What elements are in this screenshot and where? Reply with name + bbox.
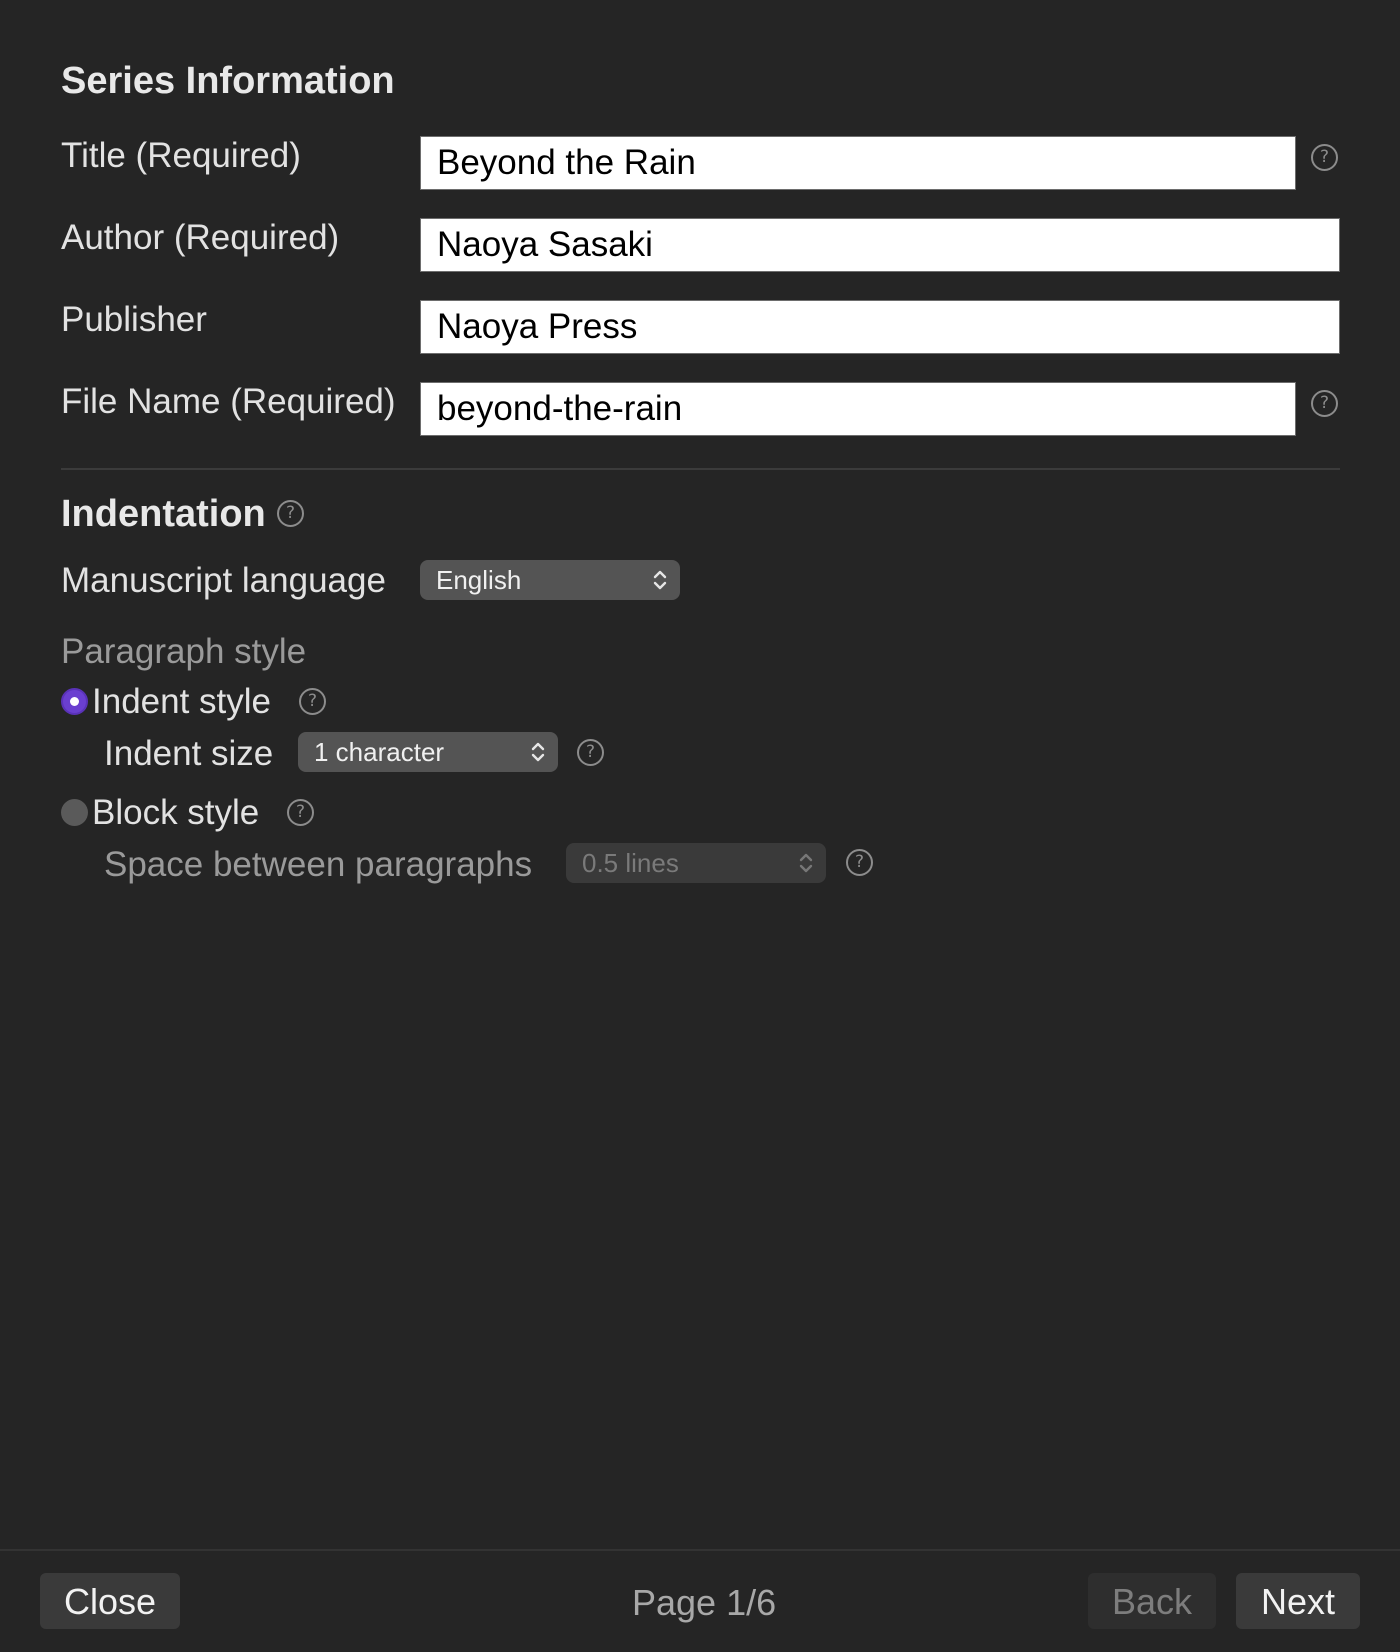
series-info-heading: Series Information bbox=[61, 60, 395, 102]
indent-style-help-icon[interactable]: ? bbox=[299, 688, 326, 715]
close-button[interactable]: Close bbox=[40, 1573, 180, 1629]
space-between-help-icon[interactable]: ? bbox=[846, 849, 873, 876]
indent-size-label: Indent size bbox=[104, 734, 274, 773]
block-style-label[interactable]: Block style bbox=[92, 793, 259, 833]
manuscript-language-label: Manuscript language bbox=[61, 561, 386, 600]
title-help-icon[interactable]: ? bbox=[1311, 144, 1338, 171]
next-button[interactable]: Next bbox=[1236, 1573, 1360, 1629]
chevron-updown-icon bbox=[531, 742, 545, 762]
space-between-value: 0.5 lines bbox=[582, 848, 679, 878]
indent-style-radio[interactable] bbox=[61, 688, 88, 715]
chevron-updown-icon bbox=[653, 570, 667, 590]
space-between-select[interactable]: 0.5 lines bbox=[566, 843, 826, 883]
chevron-updown-icon bbox=[799, 853, 813, 873]
indentation-heading: Indentation bbox=[61, 493, 266, 535]
publisher-label: Publisher bbox=[61, 300, 207, 339]
page-indicator: Page 1/6 bbox=[632, 1582, 777, 1623]
publisher-input[interactable] bbox=[420, 300, 1340, 354]
back-button[interactable]: Back bbox=[1088, 1573, 1216, 1629]
paragraph-style-label: Paragraph style bbox=[61, 632, 307, 671]
manuscript-language-value: English bbox=[436, 565, 522, 595]
space-between-label: Space between paragraphs bbox=[104, 845, 533, 884]
block-style-radio[interactable] bbox=[61, 799, 88, 826]
title-label: Title (Required) bbox=[61, 136, 301, 175]
author-input[interactable] bbox=[420, 218, 1340, 272]
indent-size-value: 1 character bbox=[314, 737, 445, 767]
file-name-label: File Name (Required) bbox=[61, 382, 396, 421]
indent-size-select[interactable]: 1 character bbox=[298, 732, 558, 772]
indent-style-label[interactable]: Indent style bbox=[92, 682, 271, 722]
manuscript-language-select[interactable]: English bbox=[420, 560, 680, 600]
file-name-help-icon[interactable]: ? bbox=[1311, 390, 1338, 417]
title-input[interactable] bbox=[420, 136, 1296, 190]
file-name-input[interactable] bbox=[420, 382, 1296, 436]
block-style-help-icon[interactable]: ? bbox=[287, 799, 314, 826]
section-divider bbox=[61, 468, 1340, 470]
indentation-help-icon[interactable]: ? bbox=[277, 500, 304, 527]
indent-size-help-icon[interactable]: ? bbox=[577, 739, 604, 766]
author-label: Author (Required) bbox=[61, 218, 340, 257]
